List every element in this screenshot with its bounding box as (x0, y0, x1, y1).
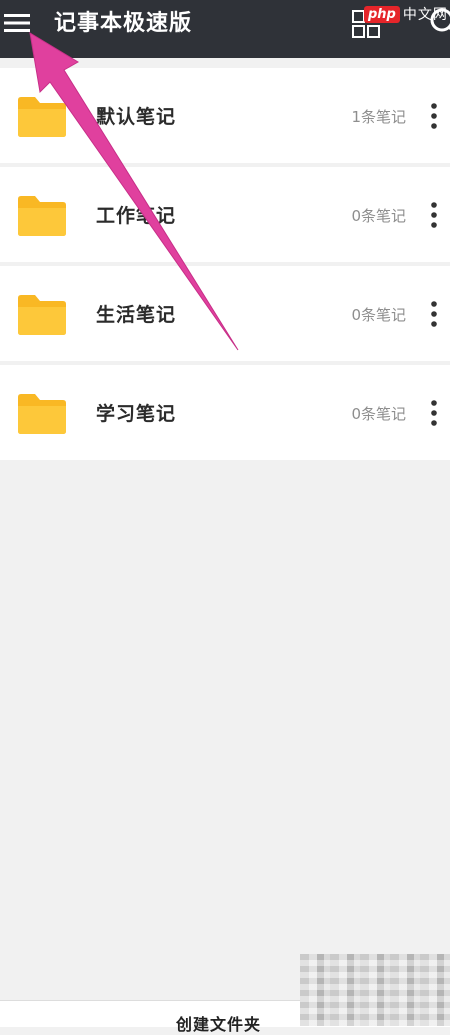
more-button[interactable] (426, 101, 442, 131)
more-vertical-icon (431, 202, 437, 228)
folder-name: 默认笔记 (96, 106, 177, 128)
folder-icon (18, 196, 66, 236)
folder-row[interactable]: 学习笔记 0条笔记 (0, 365, 450, 460)
folder-icon (18, 295, 66, 335)
create-folder-button[interactable]: 创建文件夹 (176, 1015, 261, 1035)
more-vertical-icon (431, 301, 437, 327)
more-button[interactable] (426, 299, 442, 329)
folder-row[interactable]: 生活笔记 0条笔记 (0, 266, 450, 361)
watermark: php 中文网 (364, 3, 448, 25)
folder-icon (18, 394, 66, 434)
hamburger-menu-icon (4, 14, 30, 32)
more-vertical-icon (431, 400, 437, 426)
menu-button[interactable] (0, 6, 34, 40)
folder-list: 默认笔记 1条笔记 工作笔记 0条笔记 生活笔记 0条笔记 学习笔记 0条笔记 (0, 68, 450, 464)
folder-name: 学习笔记 (96, 403, 177, 425)
watermark-badge: php (364, 5, 400, 23)
watermark-text: 中文网 (402, 7, 448, 23)
more-vertical-icon (431, 103, 437, 129)
folder-row[interactable]: 工作笔记 0条笔记 (0, 167, 450, 262)
more-button[interactable] (426, 398, 442, 428)
folder-name: 生活笔记 (96, 304, 177, 326)
note-count: 0条笔记 (351, 405, 406, 423)
blurred-overlay (300, 954, 450, 1026)
note-count: 0条笔记 (351, 207, 406, 225)
app-title: 记事本极速版 (54, 11, 193, 36)
note-count: 1条笔记 (351, 108, 406, 126)
more-button[interactable] (426, 200, 442, 230)
folder-icon (18, 97, 66, 137)
folder-name: 工作笔记 (96, 205, 177, 227)
app-bar: 记事本极速版 php 中文网 (0, 0, 450, 58)
note-count: 0条笔记 (351, 306, 406, 324)
folder-row[interactable]: 默认笔记 1条笔记 (0, 68, 450, 163)
